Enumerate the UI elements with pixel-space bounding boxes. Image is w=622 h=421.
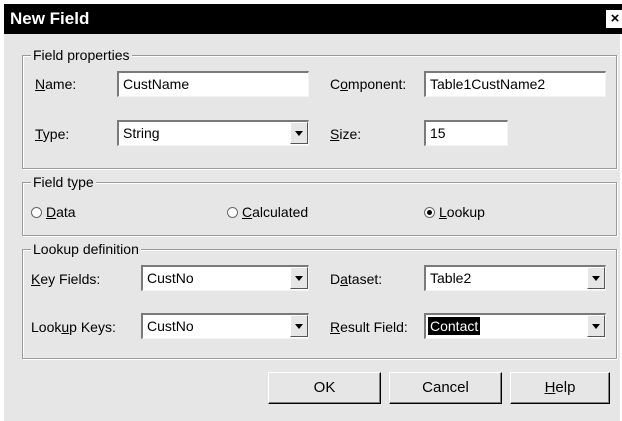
result-field-combobox[interactable]: Contact [424, 313, 606, 339]
lookup-keys-label: Lookup Keys: [31, 319, 116, 335]
type-label: Type: [35, 126, 70, 142]
size-label: Size: [330, 126, 362, 142]
lookup-definition-legend: Lookup definition [31, 241, 141, 257]
lookup-radio[interactable]: Lookup [424, 203, 485, 221]
key-fields-label: Key Fields: [31, 271, 101, 287]
lookup-keys-combobox[interactable]: CustNo [141, 313, 309, 339]
close-icon: × [610, 10, 620, 27]
cancel-button[interactable]: Cancel [389, 372, 502, 404]
chevron-down-icon[interactable] [587, 267, 605, 289]
component-label: Component: [330, 76, 407, 92]
chevron-down-icon[interactable] [290, 122, 308, 144]
dialog-client-area: Field properties Name: CustName Componen… [4, 34, 620, 421]
result-field-label: Result Field: [330, 319, 408, 335]
radio-icon [31, 207, 42, 218]
key-fields-combobox[interactable]: CustNo [141, 265, 309, 291]
size-field[interactable]: 15 [424, 120, 508, 146]
ok-button[interactable]: OK [268, 372, 381, 404]
dataset-combobox[interactable]: Table2 [424, 265, 606, 291]
lookup-definition-group: Lookup definition Key Fields: CustNo Dat… [22, 241, 617, 359]
title-bar[interactable]: New Field × [4, 4, 622, 34]
component-field[interactable]: Table1CustName2 [424, 71, 606, 97]
data-radio[interactable]: Data [31, 203, 76, 221]
window-title: New Field [10, 9, 90, 28]
field-type-legend: Field type [31, 174, 96, 190]
dataset-value: Table2 [430, 270, 472, 286]
calculated-radio[interactable]: Calculated [227, 203, 308, 221]
radio-selected-icon [424, 207, 435, 218]
key-fields-value: CustNo [147, 270, 194, 286]
help-button[interactable]: Help [510, 372, 610, 404]
type-value: String [123, 125, 160, 141]
radio-icon [227, 207, 238, 218]
new-field-dialog: New Field × Field properties Name: CustN… [0, 0, 622, 421]
field-properties-legend: Field properties [31, 47, 132, 63]
field-properties-group: Field properties Name: CustName Componen… [22, 47, 617, 169]
chevron-down-icon[interactable] [587, 315, 605, 337]
field-type-group: Field type Data Calculated Lookup [22, 174, 617, 236]
dataset-label: Dataset: [330, 271, 383, 287]
type-combobox[interactable]: String [117, 120, 309, 146]
result-field-value: Contact [428, 317, 481, 335]
lookup-keys-value: CustNo [147, 318, 194, 334]
name-field[interactable]: CustName [117, 71, 309, 97]
chevron-down-icon[interactable] [290, 267, 308, 289]
name-label: Name: [35, 76, 77, 92]
chevron-down-icon[interactable] [290, 315, 308, 337]
close-button[interactable]: × [606, 10, 622, 28]
